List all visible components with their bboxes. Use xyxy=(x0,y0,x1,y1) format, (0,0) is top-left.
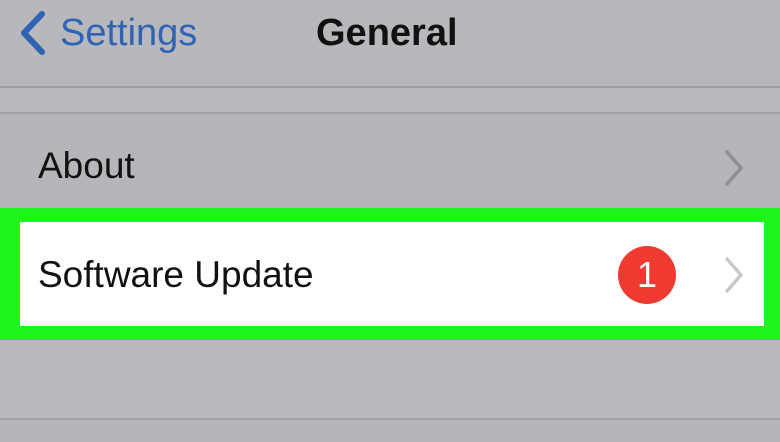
list-item-partial[interactable] xyxy=(0,418,780,442)
back-button-label: Settings xyxy=(60,12,198,54)
notification-badge: 1 xyxy=(618,246,676,304)
list-item-about[interactable]: About xyxy=(0,112,780,208)
group-separator xyxy=(0,88,780,112)
chevron-right-icon xyxy=(725,257,743,293)
back-button[interactable]: Settings xyxy=(14,10,197,56)
chevron-left-icon xyxy=(21,11,45,55)
list-item-label: About xyxy=(38,145,135,186)
group-separator xyxy=(0,340,780,418)
list-item-software-update[interactable]: Software Update 1 xyxy=(20,222,764,326)
list-item-label: Software Update xyxy=(38,254,314,295)
chevron-right-icon xyxy=(725,150,743,186)
navigation-bar: Settings General xyxy=(0,0,780,88)
page-title: General xyxy=(316,12,458,54)
